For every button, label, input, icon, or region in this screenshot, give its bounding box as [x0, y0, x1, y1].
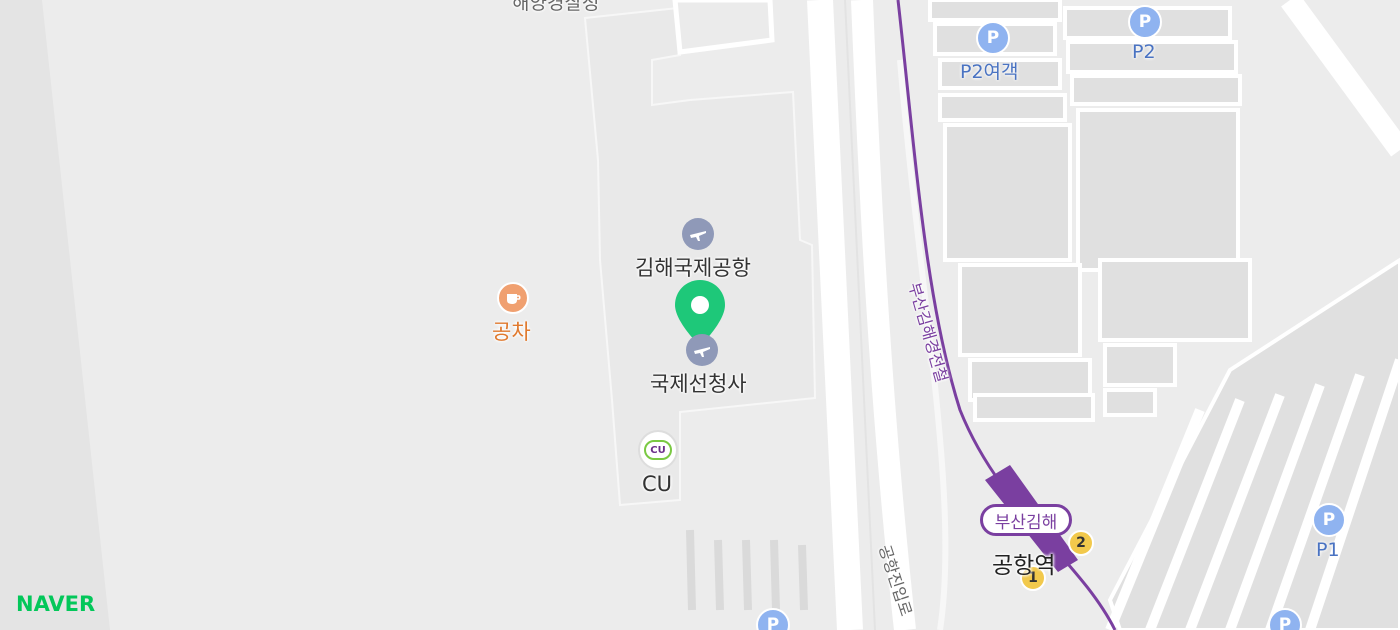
road-main-2 — [851, 0, 916, 630]
convenience-store-icon[interactable]: CU — [638, 430, 678, 470]
station-exit-badge[interactable]: 2 — [1068, 530, 1094, 556]
parking-icon-letter: P — [1278, 615, 1292, 630]
parking-lot-bottom — [686, 529, 808, 611]
parking-label-p2[interactable]: P2 — [1132, 41, 1156, 63]
road-main-1 — [807, 0, 863, 630]
parking-label-p1[interactable]: P1 — [1316, 539, 1340, 561]
parking-icon-letter: P — [1322, 510, 1336, 530]
parking-icon[interactable]: P — [1128, 5, 1162, 39]
parking-icon-letter: P — [986, 28, 1000, 48]
coffee-cup-icon[interactable] — [497, 282, 529, 314]
terminal-label[interactable]: 국제선청사 — [650, 368, 747, 398]
station-badge[interactable]: 부산김해 — [980, 504, 1072, 536]
top-building — [672, 0, 775, 55]
parking-icon-letter: P — [1138, 12, 1152, 32]
airplane-icon[interactable] — [682, 218, 714, 250]
parking-icon[interactable]: P — [1312, 503, 1346, 537]
runway-strip — [0, 0, 110, 630]
parking-label-p2-passenger[interactable]: P2여객 — [960, 57, 1019, 84]
naver-logo[interactable]: NAVER — [16, 592, 95, 616]
station-name-label[interactable]: 공항역 — [992, 546, 1055, 580]
cu-logo-text: CU — [644, 440, 672, 460]
cafe-label[interactable]: 공차 — [492, 316, 531, 346]
map-canvas[interactable]: 해양경찰청 김해국제공항 국제선청사 공차 CU CU P P2여객 P P2 — [0, 0, 1400, 630]
parking-icon[interactable]: P — [976, 21, 1010, 55]
parking-icon-letter: P — [766, 615, 780, 630]
convenience-store-label[interactable]: CU — [642, 472, 672, 496]
airplane-icon[interactable] — [686, 334, 718, 366]
road-right — [1281, 0, 1400, 157]
top-cutoff-label: 해양경찰청 — [512, 0, 600, 14]
